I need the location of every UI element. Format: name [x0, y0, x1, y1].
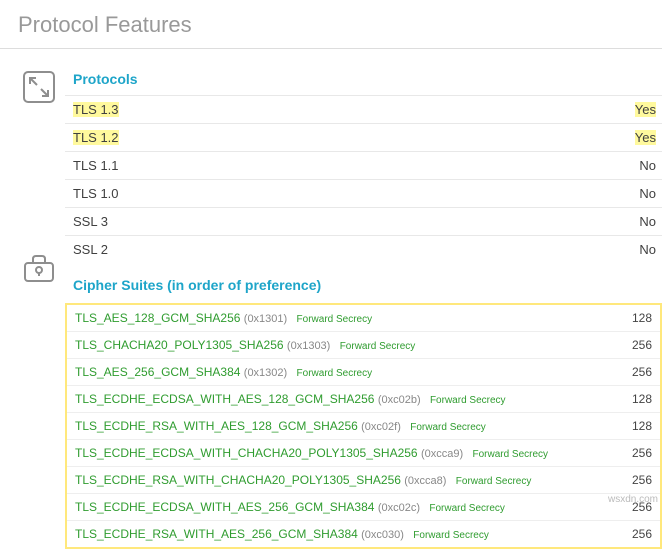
cipher-bits: 128 — [605, 305, 660, 332]
cipher-suites-table: TLS_AES_128_GCM_SHA256 (0x1301) Forward … — [67, 305, 660, 547]
cipher-row: TLS_ECDHE_RSA_WITH_CHACHA20_POLY1305_SHA… — [67, 467, 660, 494]
cipher-bits: 256 — [605, 332, 660, 359]
cipher-name: TLS_AES_256_GCM_SHA384 — [75, 365, 240, 379]
cipher-suites-header: Cipher Suites (in order of preference) — [65, 263, 662, 301]
protocol-row: TLS 1.1 No — [65, 152, 662, 180]
cipher-name: TLS_ECDHE_ECDSA_WITH_AES_256_GCM_SHA384 — [75, 500, 374, 514]
cipher-hex: (0x1301) — [244, 313, 287, 325]
cipher-forward-secrecy: Forward Secrecy — [424, 395, 506, 406]
cipher-name: TLS_CHACHA20_POLY1305_SHA256 — [75, 338, 284, 352]
main-column: Protocols TLS 1.3 Yes TLS 1.2 Yes TLS 1.… — [65, 67, 662, 549]
cipher-forward-secrecy: Forward Secrecy — [450, 476, 532, 487]
cipher-bits: 128 — [605, 386, 660, 413]
protocol-name: SSL 3 — [73, 214, 108, 229]
protocol-value: No — [639, 186, 656, 201]
protocol-value: No — [639, 242, 656, 257]
cipher-row: TLS_ECDHE_ECDSA_WITH_AES_128_GCM_SHA256 … — [67, 386, 660, 413]
cipher-forward-secrecy: Forward Secrecy — [334, 341, 416, 352]
cipher-hex: (0x1302) — [244, 367, 287, 379]
protocol-row: SSL 3 No — [65, 208, 662, 236]
cipher-hex: (0x1303) — [287, 340, 330, 352]
cipher-row: TLS_AES_256_GCM_SHA384 (0x1302) Forward … — [67, 359, 660, 386]
cipher-forward-secrecy: Forward Secrecy — [291, 368, 373, 379]
cipher-bits: 256 — [605, 521, 660, 548]
cipher-hex: (0xcca9) — [421, 448, 463, 460]
page-title: Protocol Features — [0, 0, 662, 48]
content-wrap: Protocols TLS 1.3 Yes TLS 1.2 Yes TLS 1.… — [0, 49, 662, 549]
protocols-header: Protocols — [65, 67, 662, 95]
cipher-row: TLS_ECDHE_RSA_WITH_AES_256_GCM_SHA384 (0… — [67, 521, 660, 548]
expand-arrows-icon — [21, 69, 57, 105]
protocol-row: TLS 1.2 Yes — [65, 124, 662, 152]
protocol-value: Yes — [635, 102, 656, 117]
cipher-name: TLS_ECDHE_ECDSA_WITH_AES_128_GCM_SHA256 — [75, 392, 374, 406]
protocol-name: TLS 1.2 — [73, 130, 119, 145]
cipher-forward-secrecy: Forward Secrecy — [404, 422, 486, 433]
cipher-hex: (0xc02b) — [378, 394, 421, 406]
cipher-name: TLS_ECDHE_RSA_WITH_AES_256_GCM_SHA384 — [75, 527, 358, 541]
watermark: wsxdn.com — [608, 494, 658, 505]
cipher-suites-box: TLS_AES_128_GCM_SHA256 (0x1301) Forward … — [65, 303, 662, 549]
cipher-forward-secrecy: Forward Secrecy — [466, 449, 548, 460]
cipher-row: TLS_ECDHE_ECDSA_WITH_AES_256_GCM_SHA384 … — [67, 494, 660, 521]
protocol-row: SSL 2 No — [65, 236, 662, 264]
protocol-row: TLS 1.3 Yes — [65, 96, 662, 124]
cipher-row: TLS_ECDHE_ECDSA_WITH_CHACHA20_POLY1305_S… — [67, 440, 660, 467]
protocols-table: TLS 1.3 Yes TLS 1.2 Yes TLS 1.1 No TLS 1… — [65, 95, 662, 263]
cipher-bits: 128 — [605, 413, 660, 440]
cipher-name: TLS_ECDHE_RSA_WITH_CHACHA20_POLY1305_SHA… — [75, 473, 401, 487]
cipher-hex: (0xc02f) — [361, 421, 401, 433]
protocol-name: TLS 1.0 — [73, 186, 119, 201]
cipher-hex: (0xc030) — [361, 529, 404, 541]
protocol-value: No — [639, 214, 656, 229]
protocol-name: SSL 2 — [73, 242, 108, 257]
cipher-name: TLS_ECDHE_RSA_WITH_AES_128_GCM_SHA256 — [75, 419, 358, 433]
protocol-name: TLS 1.3 — [73, 102, 119, 117]
cipher-hex: (0xcca8) — [404, 475, 446, 487]
cipher-row: TLS_AES_128_GCM_SHA256 (0x1301) Forward … — [67, 305, 660, 332]
cipher-bits: 256 — [605, 440, 660, 467]
cipher-hex: (0xc02c) — [378, 502, 420, 514]
cipher-row: TLS_CHACHA20_POLY1305_SHA256 (0x1303) Fo… — [67, 332, 660, 359]
icon-column — [0, 67, 65, 549]
cipher-forward-secrecy: Forward Secrecy — [291, 314, 373, 325]
protocol-value: Yes — [635, 130, 656, 145]
cipher-bits: 256 — [605, 467, 660, 494]
cipher-row: TLS_ECDHE_RSA_WITH_AES_128_GCM_SHA256 (0… — [67, 413, 660, 440]
cipher-forward-secrecy: Forward Secrecy — [407, 530, 489, 541]
protocol-name: TLS 1.1 — [73, 158, 119, 173]
cipher-bits: 256 — [605, 359, 660, 386]
protocol-value: No — [639, 158, 656, 173]
lock-briefcase-icon — [21, 251, 57, 287]
cipher-name: TLS_AES_128_GCM_SHA256 — [75, 311, 240, 325]
protocol-row: TLS 1.0 No — [65, 180, 662, 208]
cipher-name: TLS_ECDHE_ECDSA_WITH_CHACHA20_POLY1305_S… — [75, 446, 418, 460]
